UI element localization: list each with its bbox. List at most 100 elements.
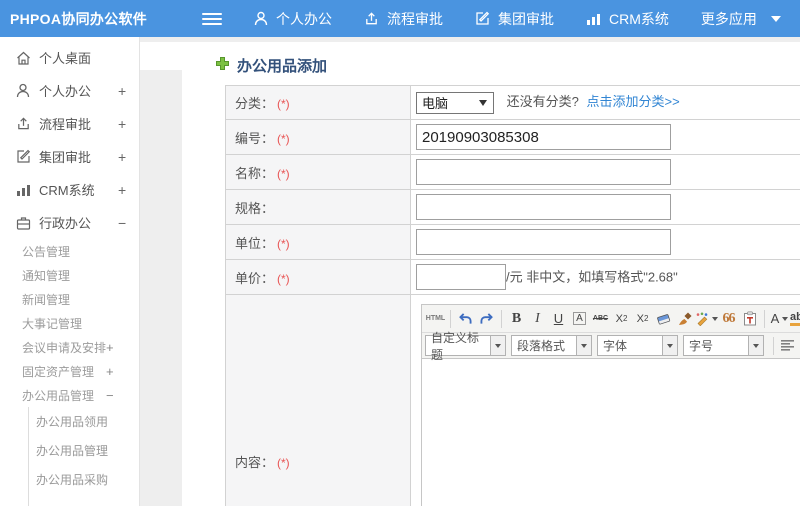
unit-input[interactable] bbox=[416, 229, 671, 255]
field-label: 分类： bbox=[235, 96, 275, 111]
sidebar-item-news-mgmt[interactable]: 新闻管理 bbox=[0, 287, 139, 311]
sidebar-item-fixed-assets-mgmt[interactable]: 固定资产管理 + bbox=[0, 359, 139, 383]
eraser-icon[interactable] bbox=[653, 309, 674, 329]
chevron-down-icon bbox=[662, 336, 677, 355]
sidebar-item-admin-office[interactable]: 行政办公 − bbox=[0, 206, 139, 239]
sidebar-item-announcement-mgmt[interactable]: 公告管理 bbox=[0, 239, 139, 263]
expand-toggle[interactable]: + bbox=[118, 83, 126, 99]
briefcase-icon bbox=[16, 216, 32, 230]
font-name-button[interactable]: A bbox=[573, 312, 586, 325]
sidebar-item-label: CRM系统 bbox=[39, 183, 95, 198]
redo-icon[interactable] bbox=[476, 309, 497, 329]
form-row-name: 名称： (*) bbox=[225, 154, 800, 190]
sidebar-item-supplies-purchase[interactable]: 办公用品采购 bbox=[29, 465, 139, 494]
sidebar-item-personal-office[interactable]: 个人办公 + bbox=[0, 74, 139, 107]
chevron-down-icon bbox=[576, 336, 591, 355]
upload-arrow-icon bbox=[16, 116, 32, 131]
nav-label: 集团审批 bbox=[498, 10, 554, 27]
sidebar-item-notice-mgmt[interactable]: 通知管理 bbox=[0, 263, 139, 287]
sidebar-item-group-approval[interactable]: 集团审批 + bbox=[0, 140, 139, 173]
sidebar-item-label: 个人办公 bbox=[39, 84, 92, 99]
required-mark: (*) bbox=[277, 97, 290, 111]
category-select-value: 电脑 bbox=[422, 96, 449, 112]
required-mark: (*) bbox=[277, 271, 290, 286]
price-input[interactable] bbox=[416, 264, 506, 290]
nav-process-approval[interactable]: 流程审批 bbox=[364, 9, 443, 29]
sidebar-item-office-supplies-mgmt[interactable]: 办公用品管理 − bbox=[0, 383, 139, 407]
blockquote-button[interactable]: 66 bbox=[718, 309, 739, 329]
underline-button[interactable]: U bbox=[548, 309, 569, 329]
font-color-button[interactable]: A bbox=[769, 309, 790, 329]
field-label: 编号： bbox=[235, 130, 275, 146]
sidebar-item-label: 行政办公 bbox=[39, 216, 92, 231]
required-mark: (*) bbox=[277, 166, 290, 181]
format-paint-icon[interactable] bbox=[695, 309, 718, 329]
add-category-link[interactable]: 点击添加分类>> bbox=[586, 94, 679, 109]
form-row-unit: 单位： (*) bbox=[225, 224, 800, 260]
sidebar-item-crm[interactable]: CRM系统 + bbox=[0, 173, 139, 206]
spec-input[interactable] bbox=[416, 194, 671, 220]
sidebar-item-desktop[interactable]: 个人桌面 bbox=[0, 41, 139, 74]
required-mark: (*) bbox=[277, 131, 290, 146]
form-row-content: 内容： (*) HTML B I U A ABC X 2 X 2 66 A ab… bbox=[225, 294, 800, 506]
nav-label: 更多应用 bbox=[700, 10, 757, 27]
bold-button[interactable]: B bbox=[506, 309, 527, 329]
nav-crm[interactable]: CRM系统 bbox=[586, 9, 669, 29]
expand-toggle[interactable]: + bbox=[118, 182, 126, 198]
field-label: 规格： bbox=[235, 200, 275, 216]
bar-chart-icon bbox=[16, 183, 32, 197]
select-arrow-icon bbox=[479, 99, 487, 106]
nav-personal-office[interactable]: 个人办公 bbox=[254, 9, 332, 29]
paragraph-format-dropdown[interactable]: 段落格式 bbox=[511, 335, 592, 356]
edit-icon bbox=[16, 149, 32, 164]
sidebar-item-supplies-receive[interactable]: 办公用品领用 bbox=[29, 407, 139, 436]
sidebar-item-process-approval[interactable]: 流程审批 + bbox=[0, 107, 139, 140]
sidebar-item-meeting-mgmt[interactable]: 会议申请及安排 + bbox=[0, 335, 139, 359]
no-category-hint: 还没有分类? bbox=[506, 94, 579, 110]
brush-icon[interactable] bbox=[674, 309, 695, 329]
nav-label: 流程审批 bbox=[387, 10, 443, 27]
main-left-gutter bbox=[140, 70, 182, 506]
form-row-spec: 规格： bbox=[225, 189, 800, 225]
name-input[interactable] bbox=[416, 159, 671, 185]
paste-text-icon[interactable] bbox=[739, 309, 760, 329]
code-input[interactable] bbox=[416, 124, 671, 150]
subscript-button[interactable]: X2 bbox=[632, 309, 653, 329]
superscript-button[interactable]: X2 bbox=[611, 309, 632, 329]
form-row-code: 编号： (*) bbox=[225, 119, 800, 155]
menu-toggle-icon[interactable] bbox=[202, 10, 222, 28]
nav-more-apps[interactable]: 更多应用 bbox=[701, 9, 781, 29]
editor-content-area[interactable] bbox=[422, 359, 800, 506]
align-left-icon[interactable] bbox=[781, 340, 795, 351]
source-code-button[interactable]: HTML bbox=[425, 309, 446, 329]
edit-icon bbox=[475, 11, 490, 26]
category-label-cell: 分类： (*) bbox=[225, 85, 411, 120]
chevron-down-icon bbox=[748, 336, 763, 355]
nav-group-approval[interactable]: 集团审批 bbox=[475, 9, 554, 29]
expand-toggle[interactable]: − bbox=[118, 215, 126, 231]
chevron-down-icon bbox=[782, 316, 789, 321]
expand-toggle[interactable]: + bbox=[118, 149, 126, 165]
nav-label: 个人办公 bbox=[276, 10, 332, 27]
required-mark: (*) bbox=[277, 455, 290, 470]
sidebar-item-label: 流程审批 bbox=[39, 117, 92, 132]
font-size-dropdown[interactable]: 字号 bbox=[683, 335, 764, 356]
highlight-color-button[interactable]: ab bbox=[790, 309, 800, 329]
sidebar-item-memorabilia-mgmt[interactable]: 大事记管理 bbox=[0, 311, 139, 335]
supply-add-form: 分类：(*) 电脑 还没有分类? 点击添加分类>> 编号：(*) 名称：(*) … bbox=[225, 85, 800, 506]
home-icon bbox=[16, 51, 32, 65]
topbar: PHPOA协同办公软件 个人办公 流程审批 集团审批 CRM系统 更多应用 bbox=[0, 0, 800, 37]
category-select[interactable]: 电脑 bbox=[416, 91, 494, 114]
price-format-hint: /元 非中文，如填写格式"2.68" bbox=[506, 269, 678, 285]
expand-toggle[interactable]: + bbox=[118, 116, 126, 132]
sidebar-item-supplies-manage[interactable]: 办公用品管理 bbox=[29, 436, 139, 465]
custom-title-dropdown[interactable]: 自定义标题 bbox=[425, 331, 506, 362]
italic-button[interactable]: I bbox=[527, 309, 548, 329]
sidebar-item-label: 集团审批 bbox=[39, 150, 92, 165]
font-family-dropdown[interactable]: 字体 bbox=[597, 335, 678, 356]
strikethrough-button[interactable]: ABC bbox=[590, 309, 611, 329]
editor-toolbar-bottom: 自定义标题 段落格式 字体 字号 bbox=[422, 331, 800, 362]
nav-label: CRM系统 bbox=[609, 10, 669, 27]
undo-icon[interactable] bbox=[455, 309, 476, 329]
required-mark: (*) bbox=[277, 236, 290, 251]
